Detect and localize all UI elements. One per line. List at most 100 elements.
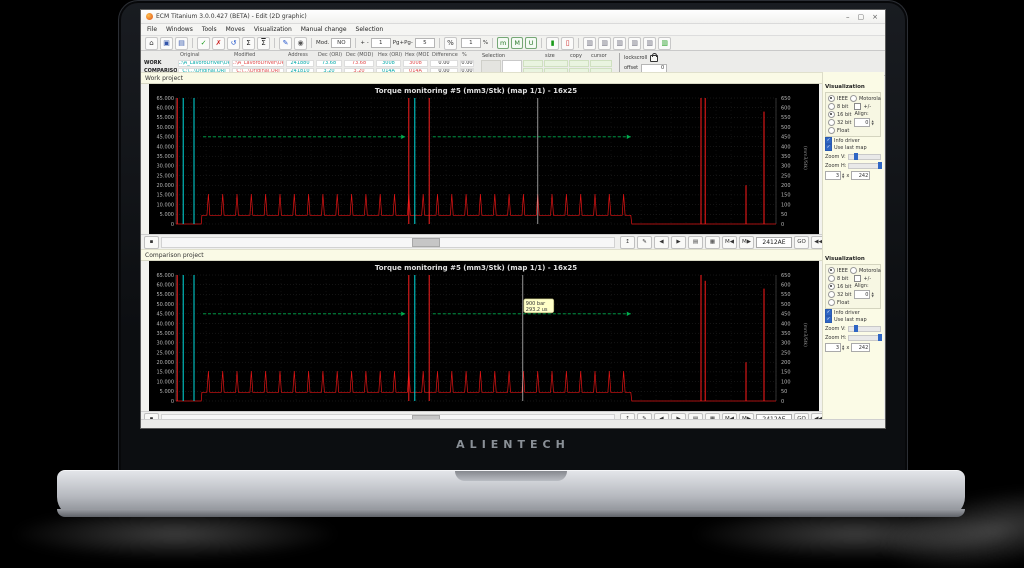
zoom-v-slider-thumb[interactable] [854, 153, 858, 160]
copy-buffer-1-icon[interactable]: ▥ [583, 37, 596, 50]
sum-avg-icon[interactable]: Σ [257, 37, 270, 50]
increment-input[interactable]: 1 [371, 38, 391, 48]
go-button[interactable]: GO [794, 236, 809, 249]
radio-ieee[interactable]: IEEE [828, 95, 848, 102]
table-cell[interactable]: C:\A_LavoroDriver\OR [232, 60, 284, 67]
button-m[interactable]: m [497, 37, 509, 49]
zoom-v-slider-thumb[interactable] [854, 325, 858, 332]
pages-icon[interactable]: ▣ [160, 37, 173, 50]
table-cell[interactable]: 3008 [376, 60, 401, 67]
selection-cell[interactable] [523, 60, 543, 67]
spinner-arrows-icon[interactable]: ▲▼ [842, 173, 844, 179]
radio-16-bit[interactable]: 16 bit [828, 283, 851, 290]
menu-manual-change[interactable]: Manual change [301, 26, 347, 33]
maximize-button[interactable]: ▢ [858, 13, 865, 21]
copy-buffer-2-icon[interactable]: ▥ [598, 37, 611, 50]
table-cell[interactable]: 73.68 [316, 60, 342, 67]
next-map-button[interactable]: M▶ [739, 236, 754, 249]
chart-scrollbar[interactable] [161, 237, 615, 248]
copy-buffer-5-icon[interactable]: ▥ [643, 37, 656, 50]
table-cell[interactable]: 0.00 [430, 60, 458, 67]
table-cell[interactable]: C:\A_LavoroDriver\OR [178, 60, 230, 67]
spinner-arrows-icon[interactable]: ▲▼ [871, 292, 873, 298]
zoom-h-slider[interactable] [848, 163, 881, 169]
zoom-h-slider[interactable] [848, 335, 881, 341]
list-view-icon[interactable]: ▤ [688, 236, 703, 249]
menu-windows[interactable]: Windows [166, 26, 193, 33]
save-icon[interactable]: ▤ [175, 37, 188, 50]
radio-motorola[interactable]: Motorola [850, 95, 881, 102]
edit-pencil-icon[interactable]: ✎ [279, 37, 292, 50]
radio-32-bit[interactable]: 32 bit [828, 119, 851, 126]
rows-spinner[interactable]: 3▲▼ [825, 343, 844, 352]
home-icon[interactable]: ⌂ [145, 37, 158, 50]
percent-icon[interactable]: % [444, 37, 457, 50]
percent-input[interactable]: 1 [461, 38, 481, 48]
confirm-icon[interactable]: ✓ [197, 37, 210, 50]
mod-input[interactable]: NO [331, 38, 351, 48]
close-button[interactable]: × [872, 13, 878, 21]
menu-tools[interactable]: Tools [202, 26, 217, 33]
lock-icon[interactable] [650, 55, 658, 62]
checkbox-use-last-map[interactable]: ✓Use last map [825, 144, 881, 151]
spinner-arrows-icon[interactable]: ▲▼ [842, 345, 844, 351]
table-cell[interactable]: 73.68 [344, 60, 374, 67]
selection-cell[interactable] [569, 60, 589, 67]
battery-icon[interactable]: ▮ [546, 37, 559, 50]
zoom-v-slider[interactable] [848, 326, 881, 332]
menu-moves[interactable]: Moves [226, 26, 245, 33]
radio-float[interactable]: Float [828, 299, 851, 306]
minimize-button[interactable]: – [846, 13, 850, 21]
align-spinner[interactable]: 0▲▼ [854, 290, 873, 299]
scrollbar-thumb[interactable] [412, 238, 440, 247]
grid-view-icon[interactable]: ▦ [705, 236, 720, 249]
rows-spinner[interactable]: 3▲▼ [825, 171, 844, 180]
signed-checkbox[interactable]: +/- [854, 275, 873, 282]
radio-motorola[interactable]: Motorola [850, 267, 881, 274]
prev-value-button[interactable]: ◀ [654, 236, 669, 249]
menu-visualization[interactable]: Visualization [254, 26, 292, 33]
zoom-icon[interactable]: ◉ [294, 37, 307, 50]
pan-mode-icon[interactable]: ↥ [620, 236, 635, 249]
radio-8-bit[interactable]: 8 bit [828, 103, 851, 110]
prev-map-button[interactable]: M◀ [722, 236, 737, 249]
comparison-chart[interactable]: 05.00010.00015.00020.00025.00030.00035.0… [149, 261, 819, 411]
menu-selection[interactable]: Selection [356, 26, 384, 33]
work-chart[interactable]: 05.00010.00015.00020.00025.00030.00035.0… [149, 84, 819, 234]
signed-checkbox[interactable]: +/- [854, 103, 873, 110]
zoom-h-slider-thumb[interactable] [878, 162, 882, 169]
button-U[interactable]: U [525, 37, 537, 49]
table-cell[interactable]: 3008 [403, 60, 428, 67]
table-cell[interactable]: 0.00 [460, 60, 474, 67]
copy-buffer-3-icon[interactable]: ▥ [613, 37, 626, 50]
radio-32-bit[interactable]: 32 bit [828, 291, 851, 298]
cols-input[interactable]: 242 [851, 171, 870, 180]
next-value-button[interactable]: ▶ [671, 236, 686, 249]
radio-float[interactable]: Float [828, 127, 851, 134]
zoom-h-slider-thumb[interactable] [878, 334, 882, 341]
undo-icon[interactable]: ↺ [227, 37, 240, 50]
trash-icon[interactable]: ▯ [561, 37, 574, 50]
checkbox-info-driver[interactable]: ✓Info driver [825, 137, 881, 144]
radio-8-bit[interactable]: 8 bit [828, 275, 851, 282]
paste-special-icon[interactable]: ▥ [658, 37, 671, 50]
align-spinner[interactable]: 0▲▼ [854, 118, 873, 127]
table-cell[interactable]: 241880 [286, 60, 314, 67]
spinner-arrows-icon[interactable]: ▲▼ [871, 120, 873, 126]
cols-input[interactable]: 242 [851, 343, 870, 352]
menu-file[interactable]: File [147, 26, 157, 33]
checkbox-use-last-map[interactable]: ✓Use last map [825, 316, 881, 323]
page-step-input[interactable]: 5 [415, 38, 435, 48]
radio-16-bit[interactable]: 16 bit [828, 111, 851, 118]
cancel-icon[interactable]: ✗ [212, 37, 225, 50]
radio-ieee[interactable]: IEEE [828, 267, 848, 274]
scrollbar-left-button[interactable]: ▪ [144, 236, 159, 249]
checkbox-info-driver[interactable]: ✓Info driver [825, 309, 881, 316]
zoom-v-slider[interactable] [848, 154, 881, 160]
button-M[interactable]: M [511, 37, 523, 49]
copy-buffer-4-icon[interactable]: ▥ [628, 37, 641, 50]
address-input[interactable]: 2412AE [756, 237, 792, 248]
selection-cell[interactable] [544, 60, 568, 67]
measure-icon[interactable]: ✎ [637, 236, 652, 249]
sum-icon[interactable]: Σ [242, 37, 255, 50]
